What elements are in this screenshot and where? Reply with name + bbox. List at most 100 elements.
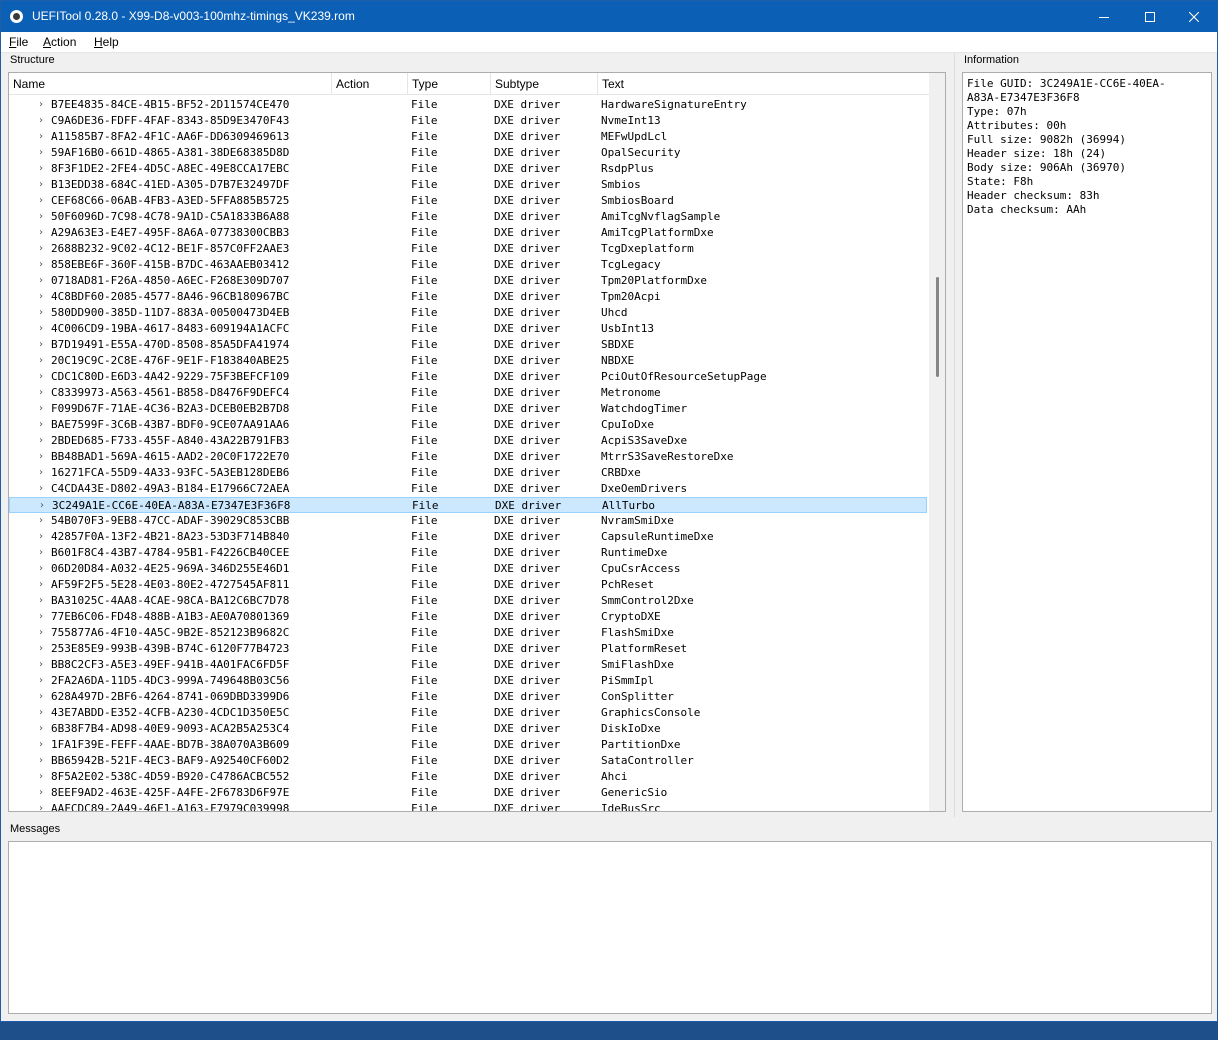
- expand-chevron-icon[interactable]: ›: [39, 321, 49, 337]
- minimize-button[interactable]: [1081, 1, 1127, 32]
- tree-row[interactable]: › C8339973-A563-4561-B858-D8476F9DEFC4 Fil…: [9, 385, 927, 401]
- expand-chevron-icon[interactable]: ›: [39, 225, 49, 241]
- tree-row[interactable]: › 755877A6-4F10-4A5C-9B2E-852123B9682C Fil…: [9, 625, 927, 641]
- expand-chevron-icon[interactable]: ›: [39, 401, 49, 417]
- expand-chevron-icon[interactable]: ›: [39, 241, 49, 257]
- tree-row[interactable]: › 43E7ABDD-E352-4CFB-A230-4CDC1D350E5C Fil…: [9, 705, 927, 721]
- expand-chevron-icon[interactable]: ›: [39, 177, 49, 193]
- expand-chevron-icon[interactable]: ›: [39, 753, 49, 769]
- tree-row[interactable]: › 253E85E9-993B-439B-B74C-6120F77B4723 Fil…: [9, 641, 927, 657]
- expand-chevron-icon[interactable]: ›: [39, 305, 49, 321]
- tree-row[interactable]: › BB48BAD1-569A-4615-AAD2-20C0F1722E70 Fil…: [9, 449, 927, 465]
- tree-row[interactable]: › 858EBE6F-360F-415B-B7DC-463AAEB03412 Fil…: [9, 257, 927, 273]
- messages-panel[interactable]: [8, 841, 1212, 1014]
- tree-row[interactable]: › AF59F2F5-5E28-4E03-80E2-4727545AF811 Fil…: [9, 577, 927, 593]
- tree-row[interactable]: › 3C249A1E-CC6E-40EA-A83A-E7347E3F36F8 Fil…: [9, 497, 927, 513]
- tree-row[interactable]: › 20C19C9C-2C8E-476F-9E1F-F183840ABE25 Fil…: [9, 353, 927, 369]
- tree-row[interactable]: › 628A497D-2BF6-4264-8741-069DBD3399D6 Fil…: [9, 689, 927, 705]
- tree-row[interactable]: › B13EDD38-684C-41ED-A305-D7B7E32497DF Fil…: [9, 177, 927, 193]
- tree-row[interactable]: › 77EB6C06-FD48-488B-A1B3-AE0A70801369 Fil…: [9, 609, 927, 625]
- tree-row[interactable]: › 0718AD81-F26A-4850-A6EC-F268E309D707 Fil…: [9, 273, 927, 289]
- expand-chevron-icon[interactable]: ›: [39, 785, 49, 801]
- expand-chevron-icon[interactable]: ›: [39, 609, 49, 625]
- expand-chevron-icon[interactable]: ›: [39, 689, 49, 705]
- expand-chevron-icon[interactable]: ›: [39, 737, 49, 753]
- expand-chevron-icon[interactable]: ›: [40, 498, 50, 514]
- expand-chevron-icon[interactable]: ›: [39, 593, 49, 609]
- expand-chevron-icon[interactable]: ›: [39, 433, 49, 449]
- tree-row[interactable]: › 8F3F1DE2-2FE4-4D5C-A8EC-49E8CCA17EBC Fil…: [9, 161, 927, 177]
- column-header-name[interactable]: Name: [9, 73, 332, 95]
- expand-chevron-icon[interactable]: ›: [39, 769, 49, 785]
- expand-chevron-icon[interactable]: ›: [39, 129, 49, 145]
- expand-chevron-icon[interactable]: ›: [39, 145, 49, 161]
- menu-action[interactable]: Action: [43, 35, 76, 49]
- expand-chevron-icon[interactable]: ›: [39, 577, 49, 593]
- tree-row[interactable]: › 50F6096D-7C98-4C78-9A1D-C5A1833B6A88 Fil…: [9, 209, 927, 225]
- tree-row[interactable]: › BB65942B-521F-4EC3-BAF9-A92540CF60D2 Fil…: [9, 753, 927, 769]
- column-header-action[interactable]: Action: [332, 73, 408, 95]
- structure-vertical-scrollbar[interactable]: [929, 73, 945, 811]
- information-panel[interactable]: File GUID: 3C249A1E-CC6E-40EA- A83A-E7347…: [962, 72, 1212, 812]
- expand-chevron-icon[interactable]: ›: [39, 273, 49, 289]
- expand-chevron-icon[interactable]: ›: [39, 193, 49, 209]
- tree-row[interactable]: › 4C006CD9-19BA-4617-8483-609194A1ACFC Fil…: [9, 321, 927, 337]
- close-button[interactable]: [1171, 1, 1217, 32]
- tree-row[interactable]: › A11585B7-8FA2-4F1C-AA6F-DD6309469613 Fil…: [9, 129, 927, 145]
- expand-chevron-icon[interactable]: ›: [39, 513, 49, 529]
- expand-chevron-icon[interactable]: ›: [39, 657, 49, 673]
- expand-chevron-icon[interactable]: ›: [39, 97, 49, 113]
- expand-chevron-icon[interactable]: ›: [39, 289, 49, 305]
- tree-row[interactable]: › 2688B232-9C02-4C12-BE1F-857C0FF2AAE3 Fil…: [9, 241, 927, 257]
- tree-row[interactable]: › 2BDED685-F733-455F-A840-43A22B791FB3 Fil…: [9, 433, 927, 449]
- expand-chevron-icon[interactable]: ›: [39, 625, 49, 641]
- expand-chevron-icon[interactable]: ›: [39, 353, 49, 369]
- panel-splitter[interactable]: [954, 53, 955, 817]
- expand-chevron-icon[interactable]: ›: [39, 209, 49, 225]
- tree-row[interactable]: › 2FA2A6DA-11D5-4DC3-999A-749648B03C56 Fil…: [9, 673, 927, 689]
- tree-row[interactable]: › 59AF16B0-661D-4865-A381-38DE68385D8D Fil…: [9, 145, 927, 161]
- expand-chevron-icon[interactable]: ›: [39, 161, 49, 177]
- tree-row[interactable]: › F099D67F-71AE-4C36-B2A3-DCEB0EB2B7D8 Fil…: [9, 401, 927, 417]
- tree-row[interactable]: › 4C8BDF60-2085-4577-8A46-96CB180967BC Fil…: [9, 289, 927, 305]
- tree-row[interactable]: › 6B38F7B4-AD98-40E9-9093-ACA2B5A253C4 Fil…: [9, 721, 927, 737]
- expand-chevron-icon[interactable]: ›: [39, 481, 49, 497]
- scrollbar-thumb[interactable]: [936, 277, 939, 377]
- expand-chevron-icon[interactable]: ›: [39, 385, 49, 401]
- tree-row[interactable]: › B7D19491-E55A-470D-8508-85A5DFA41974 Fil…: [9, 337, 927, 353]
- title-bar[interactable]: UEFITool 0.28.0 - X99-D8-v003-100mhz-tim…: [1, 1, 1217, 32]
- tree-row[interactable]: › AAFCDC89-2A49-46F1-A163-F7979C039998 Fil…: [9, 801, 927, 811]
- expand-chevron-icon[interactable]: ›: [39, 721, 49, 737]
- tree-row[interactable]: › C9A6DE36-FDFF-4FAF-8343-85D9E3470F43 Fil…: [9, 113, 927, 129]
- tree-row[interactable]: › 8F5A2E02-538C-4D59-B920-C4786ACBC552 Fil…: [9, 769, 927, 785]
- tree-row[interactable]: › 1FA1F39E-FEFF-4AAE-BD7B-38A070A3B609 Fil…: [9, 737, 927, 753]
- tree-row[interactable]: › 42857F0A-13F2-4B21-8A23-53D3F714B840 Fil…: [9, 529, 927, 545]
- expand-chevron-icon[interactable]: ›: [39, 369, 49, 385]
- expand-chevron-icon[interactable]: ›: [39, 705, 49, 721]
- tree-row[interactable]: › BB8C2CF3-A5E3-49EF-941B-4A01FAC6FD5F Fil…: [9, 657, 927, 673]
- tree-row[interactable]: › B7EE4835-84CE-4B15-BF52-2D11574CE470 Fil…: [9, 97, 927, 113]
- tree-row[interactable]: › 54B070F3-9EB8-47CC-ADAF-39029C853CBB Fil…: [9, 513, 927, 529]
- tree-row[interactable]: › 06D20D84-A032-4E25-969A-346D255E46D1 Fil…: [9, 561, 927, 577]
- tree-row[interactable]: › CDC1C80D-E6D3-4A42-9229-75F3BEFCF109 Fil…: [9, 369, 927, 385]
- tree-row[interactable]: › B601F8C4-43B7-4784-95B1-F4226CB40CEE Fil…: [9, 545, 927, 561]
- expand-chevron-icon[interactable]: ›: [39, 257, 49, 273]
- expand-chevron-icon[interactable]: ›: [39, 337, 49, 353]
- menu-file[interactable]: File: [9, 35, 28, 49]
- expand-chevron-icon[interactable]: ›: [39, 641, 49, 657]
- column-header-subtype[interactable]: Subtype: [491, 73, 598, 95]
- tree-row[interactable]: › BA31025C-4AA8-4CAE-98CA-BA12C6BC7D78 Fil…: [9, 593, 927, 609]
- column-header-text[interactable]: Text: [598, 73, 929, 95]
- expand-chevron-icon[interactable]: ›: [39, 561, 49, 577]
- expand-chevron-icon[interactable]: ›: [39, 449, 49, 465]
- tree-row[interactable]: › C4CDA43E-D802-49A3-B184-E17966C72AEA Fil…: [9, 481, 927, 497]
- expand-chevron-icon[interactable]: ›: [39, 801, 49, 811]
- expand-chevron-icon[interactable]: ›: [39, 465, 49, 481]
- tree-row[interactable]: › A29A63E3-E4E7-495F-8A6A-07738300CBB3 Fil…: [9, 225, 927, 241]
- column-header-type[interactable]: Type: [408, 73, 491, 95]
- expand-chevron-icon[interactable]: ›: [39, 545, 49, 561]
- tree-row[interactable]: › CEF68C66-06AB-4FB3-A3ED-5FFA885B5725 Fil…: [9, 193, 927, 209]
- tree-row[interactable]: › 580DD900-385D-11D7-883A-00500473D4EB Fil…: [9, 305, 927, 321]
- menu-help[interactable]: Help: [94, 35, 119, 49]
- structure-tree-view[interactable]: Name Action Type Subtype Text › B7EE4835-…: [8, 72, 946, 812]
